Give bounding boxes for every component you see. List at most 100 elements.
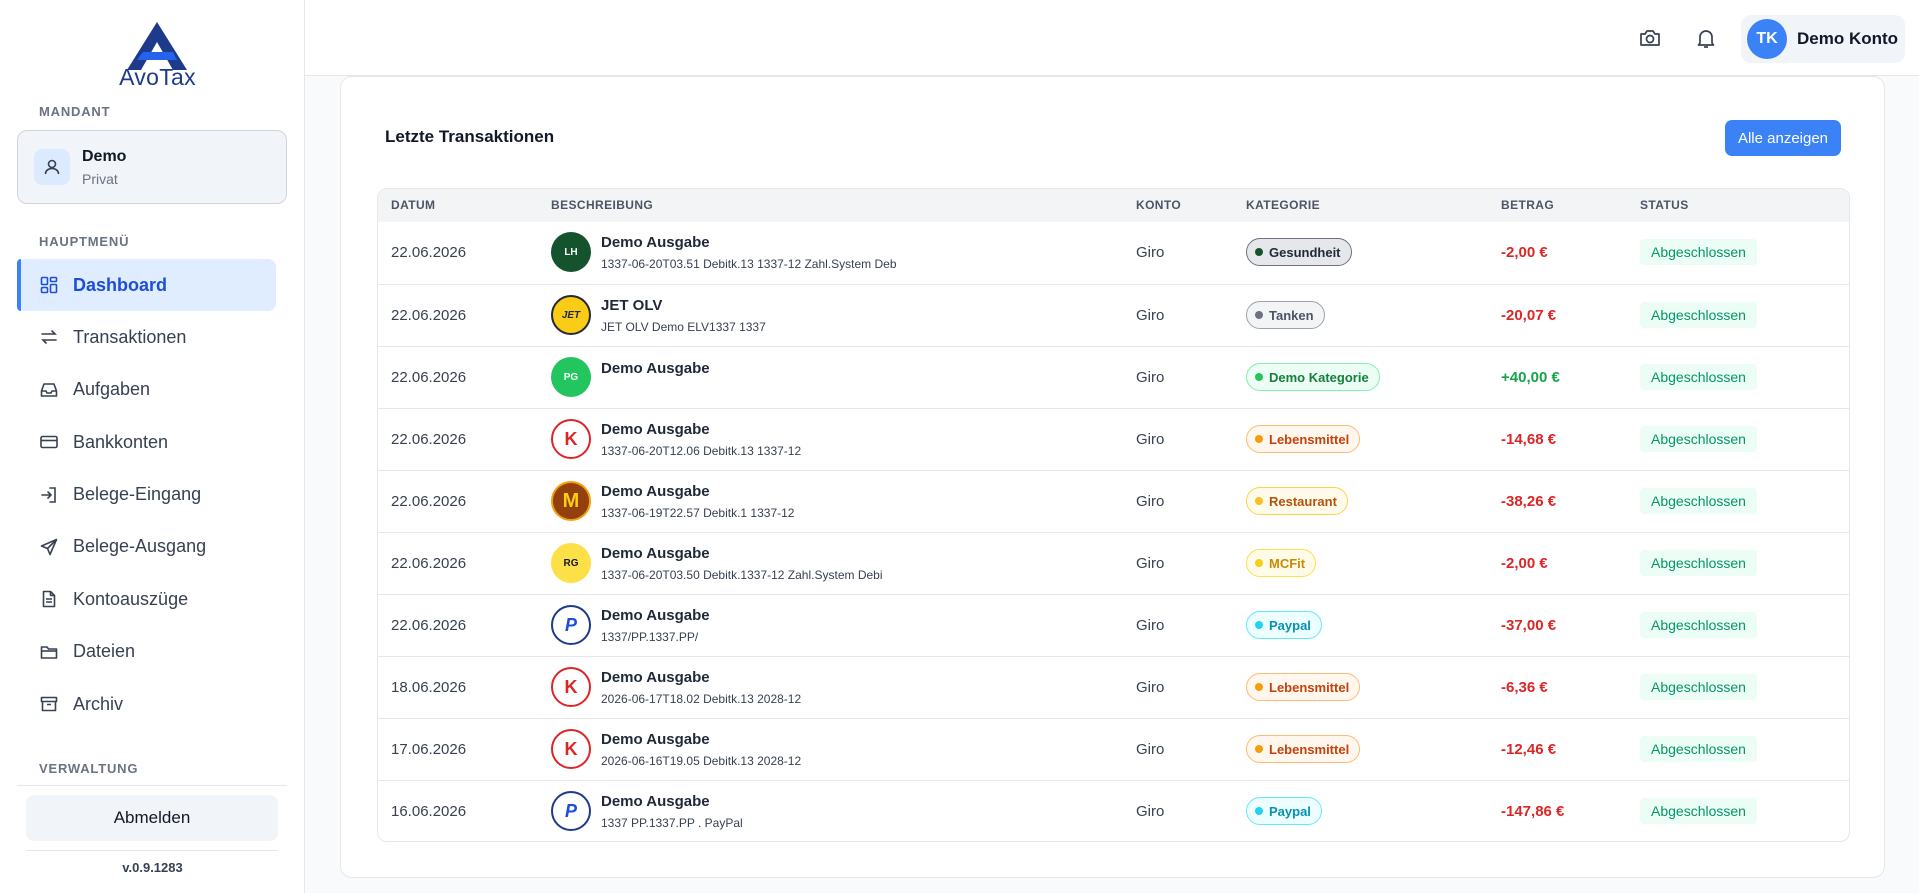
row-account: Giro — [1136, 555, 1165, 572]
inbox-icon — [39, 380, 59, 400]
column-header-date: DATUM — [391, 198, 436, 212]
mandant-selector[interactable]: Demo Privat — [17, 130, 287, 204]
category-badge[interactable]: Paypal — [1246, 611, 1322, 639]
avotax-logo[interactable]: AvoTax — [115, 22, 200, 90]
row-title: Demo Ausgabe — [601, 545, 710, 562]
category-label: Lebensmittel — [1269, 431, 1350, 447]
transactions-card: Letzte Transaktionen Alle anzeigen DATUM… — [340, 76, 1885, 878]
status-badge: Abgeschlossen — [1640, 736, 1757, 762]
sidebar-item-bankkonten[interactable]: Bankkonten — [17, 416, 276, 468]
sidebar-item-label: Dashboard — [73, 274, 168, 295]
table-row[interactable]: 18.06.2026 K Demo Ausgabe 2026-06-17T18.… — [378, 656, 1849, 718]
row-title: Demo Ausgabe — [601, 669, 710, 686]
mandant-name: Demo — [82, 148, 127, 165]
topbar: TK Demo Konto — [305, 0, 1919, 76]
category-badge[interactable]: Paypal — [1246, 797, 1322, 825]
row-amount: -147,86 € — [1501, 803, 1565, 820]
row-subtitle: 1337-06-19T22.57 Debitk.1 1337-12 — [601, 506, 795, 520]
row-amount: -38,26 € — [1501, 493, 1557, 510]
row-date: 18.06.2026 — [391, 679, 467, 696]
category-badge[interactable]: Lebensmittel — [1246, 425, 1361, 453]
app-version: v.0.9.1283 — [122, 860, 183, 875]
camera-icon[interactable] — [1636, 24, 1664, 52]
table-row[interactable]: 16.06.2026 P Demo Ausgabe 1337 PP.1337.P… — [378, 780, 1849, 841]
merchant-logo: K — [551, 419, 591, 459]
sidebar-item-dashboard[interactable]: Dashboard — [17, 259, 276, 311]
table-row[interactable]: 22.06.2026 RG Demo Ausgabe 1337-06-20T03… — [378, 532, 1849, 594]
row-amount: -2,00 € — [1501, 555, 1548, 572]
status-badge: Abgeschlossen — [1640, 612, 1757, 638]
row-account: Giro — [1136, 493, 1165, 510]
credit-card-icon — [39, 432, 59, 452]
table-row[interactable]: 22.06.2026 PG Demo Ausgabe Giro Demo Kat… — [378, 346, 1849, 408]
sidebar-item-belege-eingang[interactable]: Belege-Eingang — [17, 469, 276, 521]
row-title: Demo Ausgabe — [601, 421, 710, 438]
sidebar-item-dateien[interactable]: Dateien — [17, 626, 276, 678]
row-date: 22.06.2026 — [391, 431, 467, 448]
logout-button[interactable]: Abmelden — [26, 795, 278, 841]
category-label: Lebensmittel — [1269, 741, 1350, 757]
logo-text: AvoTax — [119, 64, 196, 90]
archive-icon — [39, 694, 59, 714]
row-amount: -12,46 € — [1501, 741, 1557, 758]
row-subtitle: 1337 PP.1337.PP . PayPal — [601, 816, 743, 830]
row-title: Demo Ausgabe — [601, 793, 710, 810]
row-account: Giro — [1136, 244, 1165, 261]
row-amount: -2,00 € — [1501, 244, 1548, 261]
column-header-description: BESCHREIBUNG — [551, 198, 654, 212]
row-date: 17.06.2026 — [391, 741, 467, 758]
table-row[interactable]: 17.06.2026 K Demo Ausgabe 2026-06-16T19.… — [378, 718, 1849, 780]
sidebar-item-transaktionen[interactable]: Transaktionen — [17, 311, 276, 363]
sidebar-item-kontoauszuege[interactable]: Kontoauszüge — [17, 573, 276, 625]
row-account: Giro — [1136, 431, 1165, 448]
category-badge[interactable]: Tanken — [1246, 301, 1325, 329]
admin-section-label: VERWALTUNG — [39, 761, 139, 776]
row-amount: -20,07 € — [1501, 307, 1557, 324]
column-header-status: STATUS — [1640, 198, 1689, 212]
category-badge[interactable]: Lebensmittel — [1246, 673, 1361, 701]
table-row[interactable]: 22.06.2026 M Demo Ausgabe 1337-06-19T22.… — [378, 470, 1849, 532]
table-row[interactable]: 22.06.2026 LH Demo Ausgabe 1337-06-20T03… — [378, 222, 1849, 284]
column-header-amount: BETRAG — [1501, 198, 1555, 212]
mandant-type: Privat — [82, 171, 118, 187]
send-icon — [39, 537, 59, 557]
row-date: 22.06.2026 — [391, 555, 467, 572]
merchant-logo: JET — [551, 295, 591, 335]
category-label: Paypal — [1269, 803, 1311, 819]
table-row[interactable]: 22.06.2026 JET JET OLV JET OLV Demo ELV1… — [378, 284, 1849, 346]
row-date: 22.06.2026 — [391, 307, 467, 324]
row-amount: -37,00 € — [1501, 617, 1557, 634]
category-label: Gesundheit — [1269, 244, 1341, 260]
row-title: Demo Ausgabe — [601, 234, 710, 251]
sidebar-item-label: Aufgaben — [73, 379, 151, 400]
table-row[interactable]: 22.06.2026 P Demo Ausgabe 1337/PP.1337.P… — [378, 594, 1849, 656]
merchant-logo: K — [551, 729, 591, 769]
table-header: DATUM BESCHREIBUNG KONTO KATEGORIE BETRA… — [378, 189, 1849, 222]
merchant-logo: M — [551, 481, 591, 521]
main-nav: Dashboard Transaktionen Aufgaben Bankkon… — [17, 259, 276, 731]
user-name: Demo Konto — [1797, 29, 1899, 48]
bell-icon[interactable] — [1692, 24, 1720, 52]
mandant-section-label: MANDANT — [39, 104, 111, 119]
user-menu[interactable]: TK Demo Konto — [1741, 15, 1905, 63]
category-badge[interactable]: MCFit — [1246, 549, 1317, 577]
category-badge[interactable]: Gesundheit — [1246, 238, 1352, 266]
sidebar-item-aufgaben[interactable]: Aufgaben — [17, 364, 276, 416]
row-subtitle: 1337/PP.1337.PP/ — [601, 630, 699, 644]
show-all-button[interactable]: Alle anzeigen — [1725, 120, 1841, 156]
row-account: Giro — [1136, 617, 1165, 634]
category-badge[interactable]: Demo Kategorie — [1246, 363, 1380, 391]
sidebar-item-belege-ausgang[interactable]: Belege-Ausgang — [17, 521, 276, 573]
row-amount: -6,36 € — [1501, 679, 1548, 696]
status-badge: Abgeschlossen — [1640, 239, 1757, 265]
table-row[interactable]: 22.06.2026 K Demo Ausgabe 1337-06-20T12.… — [378, 408, 1849, 470]
sidebar-item-label: Bankkonten — [73, 431, 169, 452]
row-subtitle: 1337-06-20T12.06 Debitk.13 1337-12 — [601, 444, 802, 458]
column-header-category: KATEGORIE — [1246, 198, 1321, 212]
merchant-logo: K — [551, 667, 591, 707]
sidebar-item-archiv[interactable]: Archiv — [17, 678, 276, 730]
status-badge: Abgeschlossen — [1640, 302, 1757, 328]
category-badge[interactable]: Lebensmittel — [1246, 735, 1361, 763]
category-badge[interactable]: Restaurant — [1246, 487, 1348, 515]
row-amount: +40,00 € — [1501, 369, 1560, 386]
